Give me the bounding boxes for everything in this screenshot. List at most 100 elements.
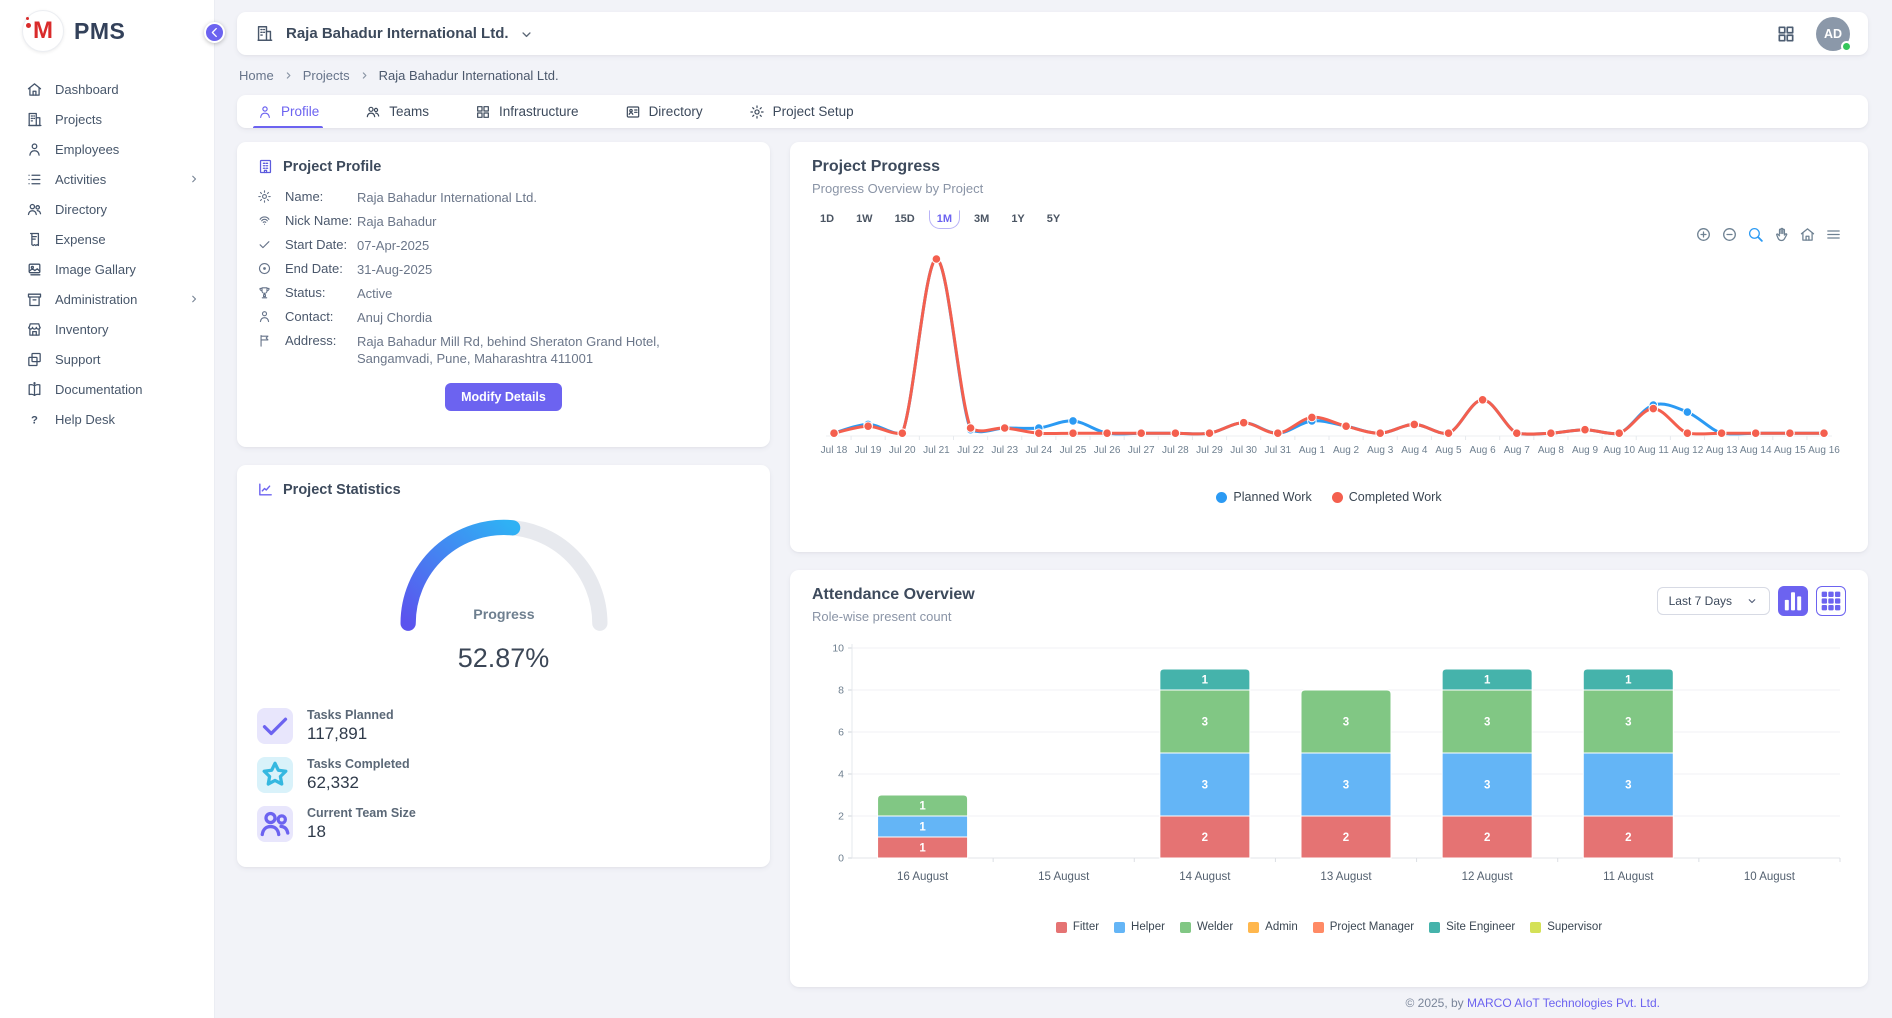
range-button-1d[interactable]: 1D: [812, 210, 842, 229]
building-icon: [257, 158, 274, 175]
svg-text:3: 3: [1202, 780, 1208, 792]
home-icon[interactable]: [1799, 226, 1816, 243]
circle-dot-icon: [257, 261, 272, 276]
zoom-out-icon[interactable]: [1721, 226, 1738, 243]
breadcrumb-home[interactable]: Home: [239, 68, 274, 83]
range-button-1m[interactable]: 1M: [929, 210, 960, 229]
legend-supervisor[interactable]: Supervisor: [1530, 921, 1602, 933]
svg-text:11 August: 11 August: [1603, 871, 1654, 883]
legend-fitter[interactable]: Fitter: [1056, 921, 1099, 933]
legend-marker: [1180, 922, 1191, 933]
sidebar-item-label: Image Gallary: [55, 262, 200, 277]
sidebar-item-expense[interactable]: Expense: [0, 224, 214, 254]
user-avatar[interactable]: AD: [1816, 17, 1850, 51]
legend-completed-work[interactable]: Completed Work: [1332, 490, 1442, 504]
sidebar-item-activities[interactable]: Activities: [0, 164, 214, 194]
stat-tasks-completed: Tasks Completed62,332: [257, 757, 750, 793]
sidebar-item-administration[interactable]: Administration: [0, 284, 214, 314]
svg-text:Aug 3: Aug 3: [1367, 445, 1394, 456]
content-area: Project Profile Name:Raja Bahadur Intern…: [237, 142, 1868, 987]
profile-field-address: Address:Raja Bahadur Mill Rd, behind She…: [257, 333, 750, 367]
sidebar-item-projects[interactable]: Projects: [0, 104, 214, 134]
project-selector-label[interactable]: Raja Bahadur International Ltd.: [286, 25, 509, 42]
tab-bar: Profile Teams Infrastructure Directory Proje…: [237, 95, 1868, 128]
svg-text:3: 3: [1484, 717, 1490, 729]
range-button-15d[interactable]: 15D: [887, 210, 923, 229]
logo-mark: M: [22, 10, 64, 52]
svg-text:Jul 20: Jul 20: [889, 445, 916, 456]
range-button-1w[interactable]: 1W: [848, 210, 881, 229]
stat-label: Current Team Size: [307, 806, 416, 820]
legend-admin[interactable]: Admin: [1248, 921, 1298, 933]
range-button-1y[interactable]: 1Y: [1003, 210, 1032, 229]
tab-directory[interactable]: Directory: [625, 95, 703, 128]
sidebar-item-employees[interactable]: Employees: [0, 134, 214, 164]
tab-label: Project Setup: [773, 104, 854, 119]
sidebar-item-label: Employees: [55, 142, 200, 157]
toggle-table-icon[interactable]: [1816, 586, 1846, 616]
svg-text:Aug 15: Aug 15: [1774, 445, 1806, 456]
project-progress-line-chart: Jul 18Jul 19Jul 20Jul 21Jul 22Jul 23Jul …: [812, 235, 1846, 483]
field-value: 07-Apr-2025: [357, 237, 717, 254]
pan-icon: [1773, 226, 1790, 243]
footer-company-link[interactable]: MARCO AIoT Technologies Pvt. Ltd.: [1467, 996, 1660, 1010]
selection-zoom-icon[interactable]: [1747, 226, 1764, 243]
trophy-icon: [257, 285, 272, 300]
tab-teams[interactable]: Teams: [365, 95, 429, 128]
footer-copyright: © 2025, by: [1405, 996, 1467, 1010]
sidebar-item-directory[interactable]: Directory: [0, 194, 214, 224]
tab-profile[interactable]: Profile: [257, 95, 319, 128]
range-button-3m[interactable]: 3M: [966, 210, 997, 229]
svg-text:Aug 5: Aug 5: [1435, 445, 1462, 456]
sidebar-item-help-desk[interactable]: ?Help Desk: [0, 404, 214, 434]
svg-text:13 August: 13 August: [1320, 871, 1372, 883]
project-progress-card: Project Progress Progress Overview by Pr…: [790, 142, 1868, 552]
sidebar-collapse-button[interactable]: [204, 22, 225, 43]
sidebar-item-label: Dashboard: [55, 82, 200, 97]
chevron-right-icon: [188, 293, 200, 305]
selection-zoom-icon: [1747, 226, 1764, 243]
sidebar-item-dashboard[interactable]: Dashboard: [0, 74, 214, 104]
stat-label: Tasks Completed: [307, 757, 410, 771]
sidebar-item-inventory[interactable]: Inventory: [0, 314, 214, 344]
sidebar-item-image-gallary[interactable]: Image Gallary: [0, 254, 214, 284]
progress-percent: 52.87%: [257, 643, 750, 674]
building-icon: [255, 24, 274, 43]
sidebar-item-label: Administration: [55, 292, 176, 307]
field-value: Raja Bahadur Mill Rd, behind Sheraton Gr…: [357, 333, 717, 367]
tab-infrastructure[interactable]: Infrastructure: [475, 95, 579, 128]
legend-welder[interactable]: Welder: [1180, 921, 1233, 933]
date-range-select[interactable]: Last 7 Days: [1657, 587, 1770, 615]
column-chart-icon: [1779, 587, 1807, 615]
zoom-in-icon: [1695, 226, 1712, 243]
person-icon: [26, 141, 43, 158]
sidebar-item-documentation[interactable]: Documentation: [0, 374, 214, 404]
top-header: Raja Bahadur International Ltd. AD: [237, 12, 1868, 55]
sidebar-item-support[interactable]: Support: [0, 344, 214, 374]
chevron-down-icon[interactable]: [519, 27, 534, 42]
tab-project-setup[interactable]: Project Setup: [749, 95, 854, 128]
menu-icon[interactable]: [1825, 226, 1842, 243]
home-icon: [26, 81, 43, 98]
legend-project-manager[interactable]: Project Manager: [1313, 921, 1414, 933]
table-icon: [1817, 587, 1845, 615]
toggle-column-chart-icon[interactable]: [1778, 586, 1808, 616]
range-button-5y[interactable]: 5Y: [1039, 210, 1068, 229]
svg-text:Progress: Progress: [473, 607, 535, 623]
legend-planned-work[interactable]: Planned Work: [1216, 490, 1311, 504]
breadcrumb: Home Projects Raja Bahadur International…: [239, 68, 1866, 83]
modify-details-button[interactable]: Modify Details: [445, 383, 562, 411]
people-icon: [365, 104, 381, 120]
apps-grid-icon[interactable]: [1776, 24, 1796, 44]
grid4-icon: [475, 104, 491, 120]
zoom-in-icon[interactable]: [1695, 226, 1712, 243]
progress-card-title: Project Progress: [812, 158, 1846, 176]
attendance-card-subtitle: Role-wise present count: [812, 609, 975, 624]
breadcrumb-projects[interactable]: Projects: [303, 68, 350, 83]
legend-helper[interactable]: Helper: [1114, 921, 1165, 933]
legend-site-engineer[interactable]: Site Engineer: [1429, 921, 1515, 933]
svg-text:Jul 18: Jul 18: [821, 445, 848, 456]
svg-text:2: 2: [1484, 832, 1490, 844]
main-content: Raja Bahadur International Ltd. AD Home …: [215, 0, 1892, 1018]
pan-icon[interactable]: [1773, 226, 1790, 243]
